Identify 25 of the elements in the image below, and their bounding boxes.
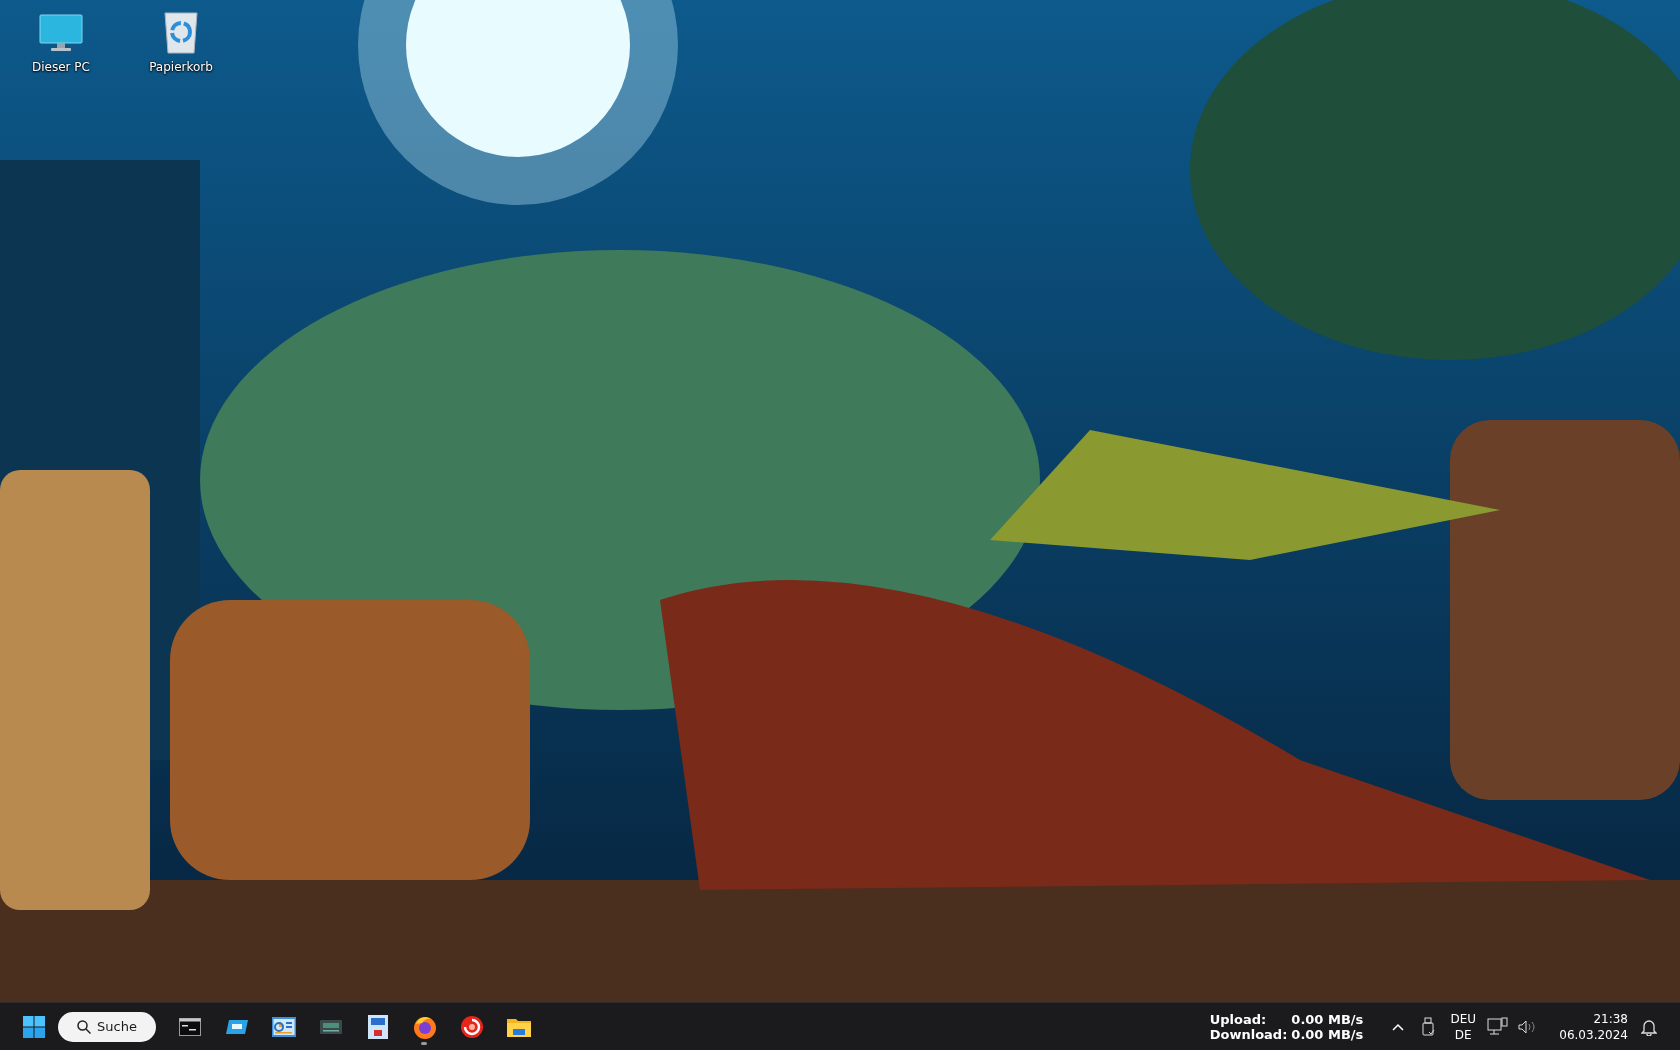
search-button[interactable]: Suche xyxy=(58,1011,156,1042)
window-icon xyxy=(225,1018,248,1035)
id-card-icon xyxy=(367,1014,388,1039)
recycle-bin-icon xyxy=(163,10,199,54)
bell-icon xyxy=(1641,1017,1657,1036)
monitor-icon xyxy=(39,14,83,54)
desktop-icon-label[interactable]: Dieser PC xyxy=(32,60,90,74)
windows-logo-icon xyxy=(23,1015,45,1038)
disc-icon xyxy=(459,1014,484,1039)
chevron-up-icon xyxy=(1392,1022,1405,1031)
upload-label: Upload: xyxy=(1209,1011,1268,1027)
chart-window-icon xyxy=(271,1016,296,1037)
network-monitor-icon xyxy=(1487,1016,1510,1037)
fox-globe-icon xyxy=(412,1014,437,1039)
drive-icon xyxy=(319,1019,342,1034)
upload-speed: 0.00 MB/s xyxy=(1291,1011,1364,1027)
language-indicator[interactable]: DEU DE xyxy=(1443,1006,1484,1047)
download-label: Download: xyxy=(1209,1026,1288,1042)
usb-drive-icon xyxy=(1421,1016,1436,1037)
download-speed: 0.00 MB/s xyxy=(1291,1026,1364,1042)
folder-icon xyxy=(506,1016,531,1037)
desktop-icon-label[interactable]: Papierkorb xyxy=(149,60,213,74)
terminal-icon xyxy=(178,1017,201,1036)
clock-button[interactable]: 21:38 06.03.2024 xyxy=(1553,1006,1634,1047)
search-icon xyxy=(77,1019,92,1034)
